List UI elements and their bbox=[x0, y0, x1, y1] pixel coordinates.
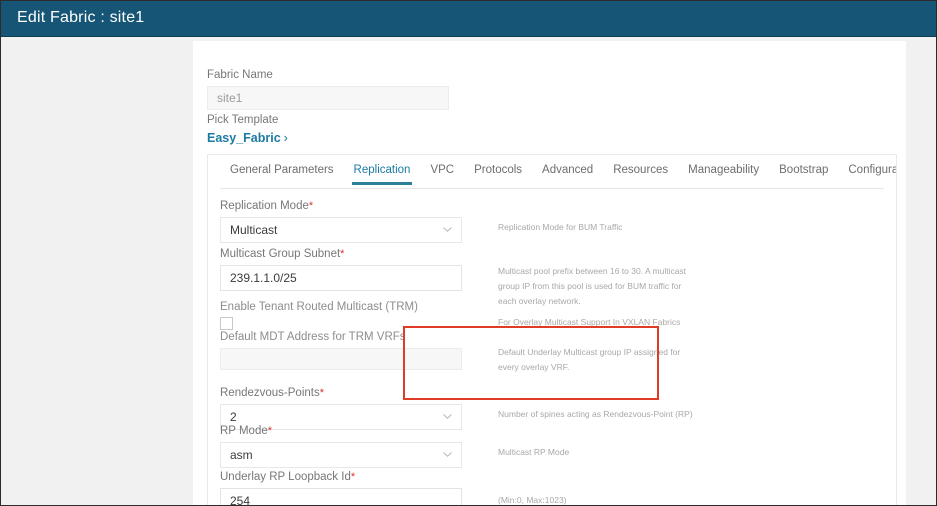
tab-bar: General Parameters Replication VPC Proto… bbox=[220, 164, 896, 185]
pick-template-group: Pick Template Easy_Fabric › bbox=[207, 114, 288, 145]
fabric-name-input[interactable]: site1 bbox=[207, 86, 449, 110]
pick-template-link[interactable]: Easy_Fabric › bbox=[207, 131, 288, 145]
rendezvous-points-help: Number of spines acting as Rendezvous-Po… bbox=[498, 409, 693, 419]
replication-mode-label: Replication Mode* bbox=[220, 200, 896, 212]
tab-protocols[interactable]: Protocols bbox=[464, 164, 532, 185]
required-marker: * bbox=[319, 387, 325, 399]
enable-trm-checkbox[interactable] bbox=[220, 317, 233, 330]
rp-mode-value: asm bbox=[230, 448, 253, 462]
tab-manageability[interactable]: Manageability bbox=[678, 164, 769, 185]
required-marker: * bbox=[267, 425, 273, 437]
chevron-down-icon bbox=[443, 227, 452, 232]
rp-mode-row: RP Mode* asm Multicast RP Mode bbox=[220, 425, 896, 471]
tab-card: General Parameters Replication VPC Proto… bbox=[207, 154, 897, 505]
underlay-rp-loopback-id-help: (Min:0, Max:1023) bbox=[498, 495, 567, 505]
required-marker: * bbox=[350, 471, 356, 483]
tab-advanced[interactable]: Advanced bbox=[532, 164, 603, 185]
rp-mode-help: Multicast RP Mode bbox=[498, 447, 570, 457]
required-marker: * bbox=[340, 248, 345, 260]
rendezvous-points-row: Rendezvous-Points* 2 Number of spines ac… bbox=[220, 379, 896, 430]
application-window: Edit Fabric : site1 Fabric Name site1 Pi… bbox=[0, 0, 937, 506]
underlay-rp-loopback-id-row: Underlay RP Loopback Id* 254 (Min:0, Max… bbox=[220, 471, 896, 505]
multicast-group-subnet-input[interactable]: 239.1.1.0/25 bbox=[220, 265, 462, 291]
replication-mode-help: Replication Mode for BUM Traffic bbox=[498, 222, 623, 232]
replication-form: Replication Mode* Multicast Replication … bbox=[220, 200, 896, 505]
pick-template-link-text: Easy_Fabric bbox=[207, 131, 281, 145]
enable-trm-label: Enable Tenant Routed Multicast (TRM) bbox=[220, 301, 418, 313]
multicast-group-subnet-row: Multicast Group Subnet* 239.1.1.0/25 Mul… bbox=[220, 248, 896, 306]
enable-trm-help: For Overlay Multicast Support In VXLAN F… bbox=[498, 317, 681, 327]
default-mdt-address-row: Default MDT Address for TRM VRFs Default… bbox=[220, 331, 896, 379]
tab-vpc[interactable]: VPC bbox=[420, 164, 464, 185]
rendezvous-points-label-text: Rendezvous-Points bbox=[220, 387, 320, 399]
fabric-name-group: Fabric Name site1 bbox=[207, 69, 449, 110]
multicast-group-subnet-label: Multicast Group Subnet* bbox=[220, 248, 896, 260]
default-mdt-address-help: Default Underlay Multicast group IP assi… bbox=[498, 347, 681, 372]
tab-resources[interactable]: Resources bbox=[603, 164, 678, 185]
multicast-group-subnet-label-text: Multicast Group Subnet bbox=[220, 248, 341, 260]
replication-mode-label-text: Replication Mode bbox=[220, 200, 309, 212]
replication-mode-select[interactable]: Multicast bbox=[220, 217, 462, 243]
fabric-name-label: Fabric Name bbox=[207, 69, 273, 81]
tab-configuration-backup[interactable]: Configuration Backup bbox=[838, 164, 896, 185]
underlay-rp-loopback-id-label: Underlay RP Loopback Id* bbox=[220, 471, 896, 483]
tab-bootstrap[interactable]: Bootstrap bbox=[769, 164, 838, 185]
default-mdt-address-label: Default MDT Address for TRM VRFs bbox=[220, 331, 406, 343]
required-marker: * bbox=[308, 200, 314, 212]
chevron-down-icon bbox=[443, 414, 452, 419]
chevron-right-icon: › bbox=[283, 131, 288, 145]
page-title: Edit Fabric : site1 bbox=[17, 9, 145, 26]
underlay-rp-loopback-id-input[interactable]: 254 bbox=[220, 488, 462, 505]
enable-trm-row: Enable Tenant Routed Multicast (TRM) For… bbox=[220, 295, 896, 331]
replication-mode-row: Replication Mode* Multicast Replication … bbox=[220, 200, 896, 248]
replication-mode-value: Multicast bbox=[230, 223, 278, 237]
window-title-bar: Edit Fabric : site1 bbox=[1, 1, 936, 37]
content-panel: Fabric Name site1 Pick Template Easy_Fab… bbox=[193, 41, 906, 505]
rp-mode-label: RP Mode* bbox=[220, 425, 896, 437]
tab-bar-divider bbox=[220, 188, 884, 189]
underlay-rp-loopback-id-label-text: Underlay RP Loopback Id bbox=[220, 471, 351, 483]
tab-replication[interactable]: Replication bbox=[344, 164, 421, 185]
tab-general-parameters[interactable]: General Parameters bbox=[220, 164, 344, 185]
rendezvous-points-value: 2 bbox=[230, 410, 237, 424]
default-mdt-address-input[interactable] bbox=[220, 348, 462, 370]
rendezvous-points-label: Rendezvous-Points* bbox=[220, 387, 896, 399]
rp-mode-select[interactable]: asm bbox=[220, 442, 462, 468]
chevron-down-icon bbox=[443, 452, 452, 457]
rp-mode-label-text: RP Mode bbox=[220, 425, 268, 437]
pick-template-label: Pick Template bbox=[207, 114, 279, 126]
